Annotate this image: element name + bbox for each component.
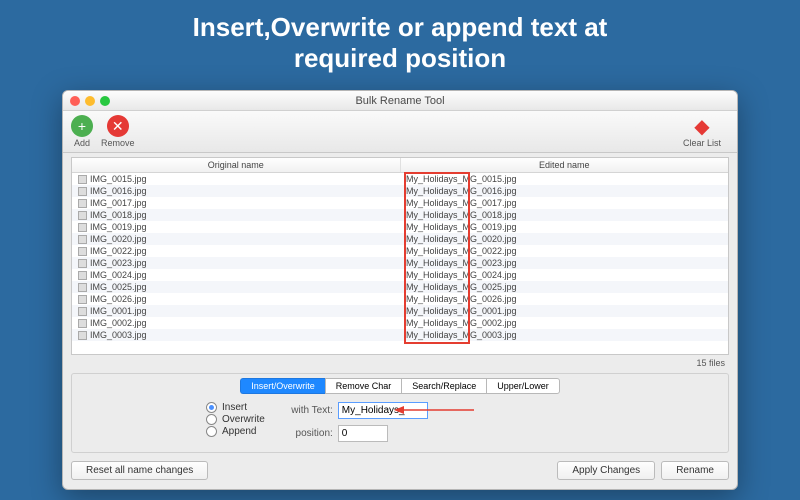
file-icon <box>78 331 87 340</box>
table-row[interactable]: IMG_0003.jpgMy_Holidays_MG_0003.jpg <box>72 329 728 341</box>
cell-original: IMG_0025.jpg <box>72 281 400 293</box>
cell-original: IMG_0001.jpg <box>72 305 400 317</box>
cell-original: IMG_0016.jpg <box>72 185 400 197</box>
minimize-icon[interactable] <box>85 96 95 106</box>
plus-icon: + <box>71 115 93 137</box>
clear-list-button[interactable]: ◆ Clear List <box>683 115 721 148</box>
tab-remove-char[interactable]: Remove Char <box>325 378 402 394</box>
file-icon <box>78 271 87 280</box>
cell-original: IMG_0026.jpg <box>72 293 400 305</box>
cell-edited: My_Holidays_MG_0025.jpg <box>400 281 728 293</box>
cell-edited: My_Holidays_MG_0018.jpg <box>400 209 728 221</box>
control-panel: Insert/Overwrite Remove Char Search/Repl… <box>71 373 729 453</box>
file-count-bar: 15 files <box>63 355 737 371</box>
cell-edited: My_Holidays_MG_0023.jpg <box>400 257 728 269</box>
window-title: Bulk Rename Tool <box>355 95 444 107</box>
radio-insert[interactable]: Insert <box>206 402 265 413</box>
file-icon <box>78 319 87 328</box>
file-icon <box>78 175 87 184</box>
cell-edited: My_Holidays_MG_0003.jpg <box>400 329 728 341</box>
cell-original: IMG_0017.jpg <box>72 197 400 209</box>
table-row[interactable]: IMG_0016.jpgMy_Holidays_MG_0016.jpg <box>72 185 728 197</box>
bottom-buttons: Reset all name changes Apply Changes Ren… <box>63 453 737 488</box>
file-icon <box>78 187 87 196</box>
file-icon <box>78 199 87 208</box>
cell-original: IMG_0020.jpg <box>72 233 400 245</box>
reset-button[interactable]: Reset all name changes <box>71 461 208 480</box>
file-icon <box>78 307 87 316</box>
cell-edited: My_Holidays_MG_0020.jpg <box>400 233 728 245</box>
add-button[interactable]: + Add <box>71 115 93 148</box>
toolbar: + Add ✕ Remove ◆ Clear List <box>63 111 737 153</box>
table-row[interactable]: IMG_0024.jpgMy_Holidays_MG_0024.jpg <box>72 269 728 281</box>
file-icon <box>78 247 87 256</box>
eraser-icon: ◆ <box>691 115 713 137</box>
table-header: Original name Edited name <box>72 158 728 173</box>
cell-edited: My_Holidays_MG_0019.jpg <box>400 221 728 233</box>
table-row[interactable]: IMG_0026.jpgMy_Holidays_MG_0026.jpg <box>72 293 728 305</box>
table-row[interactable]: IMG_0023.jpgMy_Holidays_MG_0023.jpg <box>72 257 728 269</box>
cell-original: IMG_0022.jpg <box>72 245 400 257</box>
tab-insert-overwrite[interactable]: Insert/Overwrite <box>240 378 325 394</box>
x-icon: ✕ <box>107 115 129 137</box>
table-row[interactable]: IMG_0018.jpgMy_Holidays_MG_0018.jpg <box>72 209 728 221</box>
cell-edited: My_Holidays_MG_0017.jpg <box>400 197 728 209</box>
radio-icon <box>206 426 217 437</box>
cell-edited: My_Holidays_MG_0016.jpg <box>400 185 728 197</box>
table-body: IMG_0015.jpgMy_Holidays_MG_0015.jpgIMG_0… <box>72 173 728 341</box>
with-text-label: with Text: <box>285 405 333 416</box>
file-icon <box>78 235 87 244</box>
traffic-lights[interactable] <box>70 96 110 106</box>
titlebar: Bulk Rename Tool <box>63 91 737 111</box>
mode-radio-group: Insert Overwrite Append <box>206 402 265 442</box>
table-row[interactable]: IMG_0001.jpgMy_Holidays_MG_0001.jpg <box>72 305 728 317</box>
table-row[interactable]: IMG_0019.jpgMy_Holidays_MG_0019.jpg <box>72 221 728 233</box>
cell-original: IMG_0023.jpg <box>72 257 400 269</box>
hero-caption: Insert,Overwrite or append text at requi… <box>0 0 800 80</box>
col-original[interactable]: Original name <box>72 158 401 172</box>
table-row[interactable]: IMG_0025.jpgMy_Holidays_MG_0025.jpg <box>72 281 728 293</box>
cell-edited: My_Holidays_MG_0024.jpg <box>400 269 728 281</box>
remove-button[interactable]: ✕ Remove <box>101 115 135 148</box>
col-edited[interactable]: Edited name <box>401 158 729 172</box>
arrow-icon <box>394 404 474 416</box>
cell-original: IMG_0002.jpg <box>72 317 400 329</box>
table-row[interactable]: IMG_0015.jpgMy_Holidays_MG_0015.jpg <box>72 173 728 185</box>
close-icon[interactable] <box>70 96 80 106</box>
cell-edited: My_Holidays_MG_0002.jpg <box>400 317 728 329</box>
radio-icon <box>206 414 217 425</box>
cell-original: IMG_0018.jpg <box>72 209 400 221</box>
tab-upper-lower[interactable]: Upper/Lower <box>486 378 560 394</box>
cell-edited: My_Holidays_MG_0026.jpg <box>400 293 728 305</box>
table-row[interactable]: IMG_0017.jpgMy_Holidays_MG_0017.jpg <box>72 197 728 209</box>
radio-overwrite[interactable]: Overwrite <box>206 414 265 425</box>
tab-search-replace[interactable]: Search/Replace <box>401 378 486 394</box>
table-row[interactable]: IMG_0020.jpgMy_Holidays_MG_0020.jpg <box>72 233 728 245</box>
radio-icon <box>206 402 217 413</box>
rename-button[interactable]: Rename <box>661 461 729 480</box>
file-count: 15 files <box>696 358 725 368</box>
app-window: Bulk Rename Tool + Add ✕ Remove ◆ Clear … <box>62 90 738 490</box>
position-input[interactable] <box>338 425 388 442</box>
cell-edited: My_Holidays_MG_0022.jpg <box>400 245 728 257</box>
cell-original: IMG_0019.jpg <box>72 221 400 233</box>
cell-edited: My_Holidays_MG_0015.jpg <box>400 173 728 185</box>
cell-original: IMG_0015.jpg <box>72 173 400 185</box>
position-label: position: <box>285 428 333 439</box>
table-row[interactable]: IMG_0022.jpgMy_Holidays_MG_0022.jpg <box>72 245 728 257</box>
cell-edited: My_Holidays_MG_0001.jpg <box>400 305 728 317</box>
cell-original: IMG_0024.jpg <box>72 269 400 281</box>
file-icon <box>78 223 87 232</box>
file-table: Original name Edited name IMG_0015.jpgMy… <box>71 157 729 355</box>
table-row[interactable]: IMG_0002.jpgMy_Holidays_MG_0002.jpg <box>72 317 728 329</box>
radio-append[interactable]: Append <box>206 426 265 437</box>
file-icon <box>78 283 87 292</box>
file-icon <box>78 211 87 220</box>
mode-tabs: Insert/Overwrite Remove Char Search/Repl… <box>76 378 724 394</box>
zoom-icon[interactable] <box>100 96 110 106</box>
file-icon <box>78 259 87 268</box>
file-icon <box>78 295 87 304</box>
apply-changes-button[interactable]: Apply Changes <box>557 461 655 480</box>
cell-original: IMG_0003.jpg <box>72 329 400 341</box>
